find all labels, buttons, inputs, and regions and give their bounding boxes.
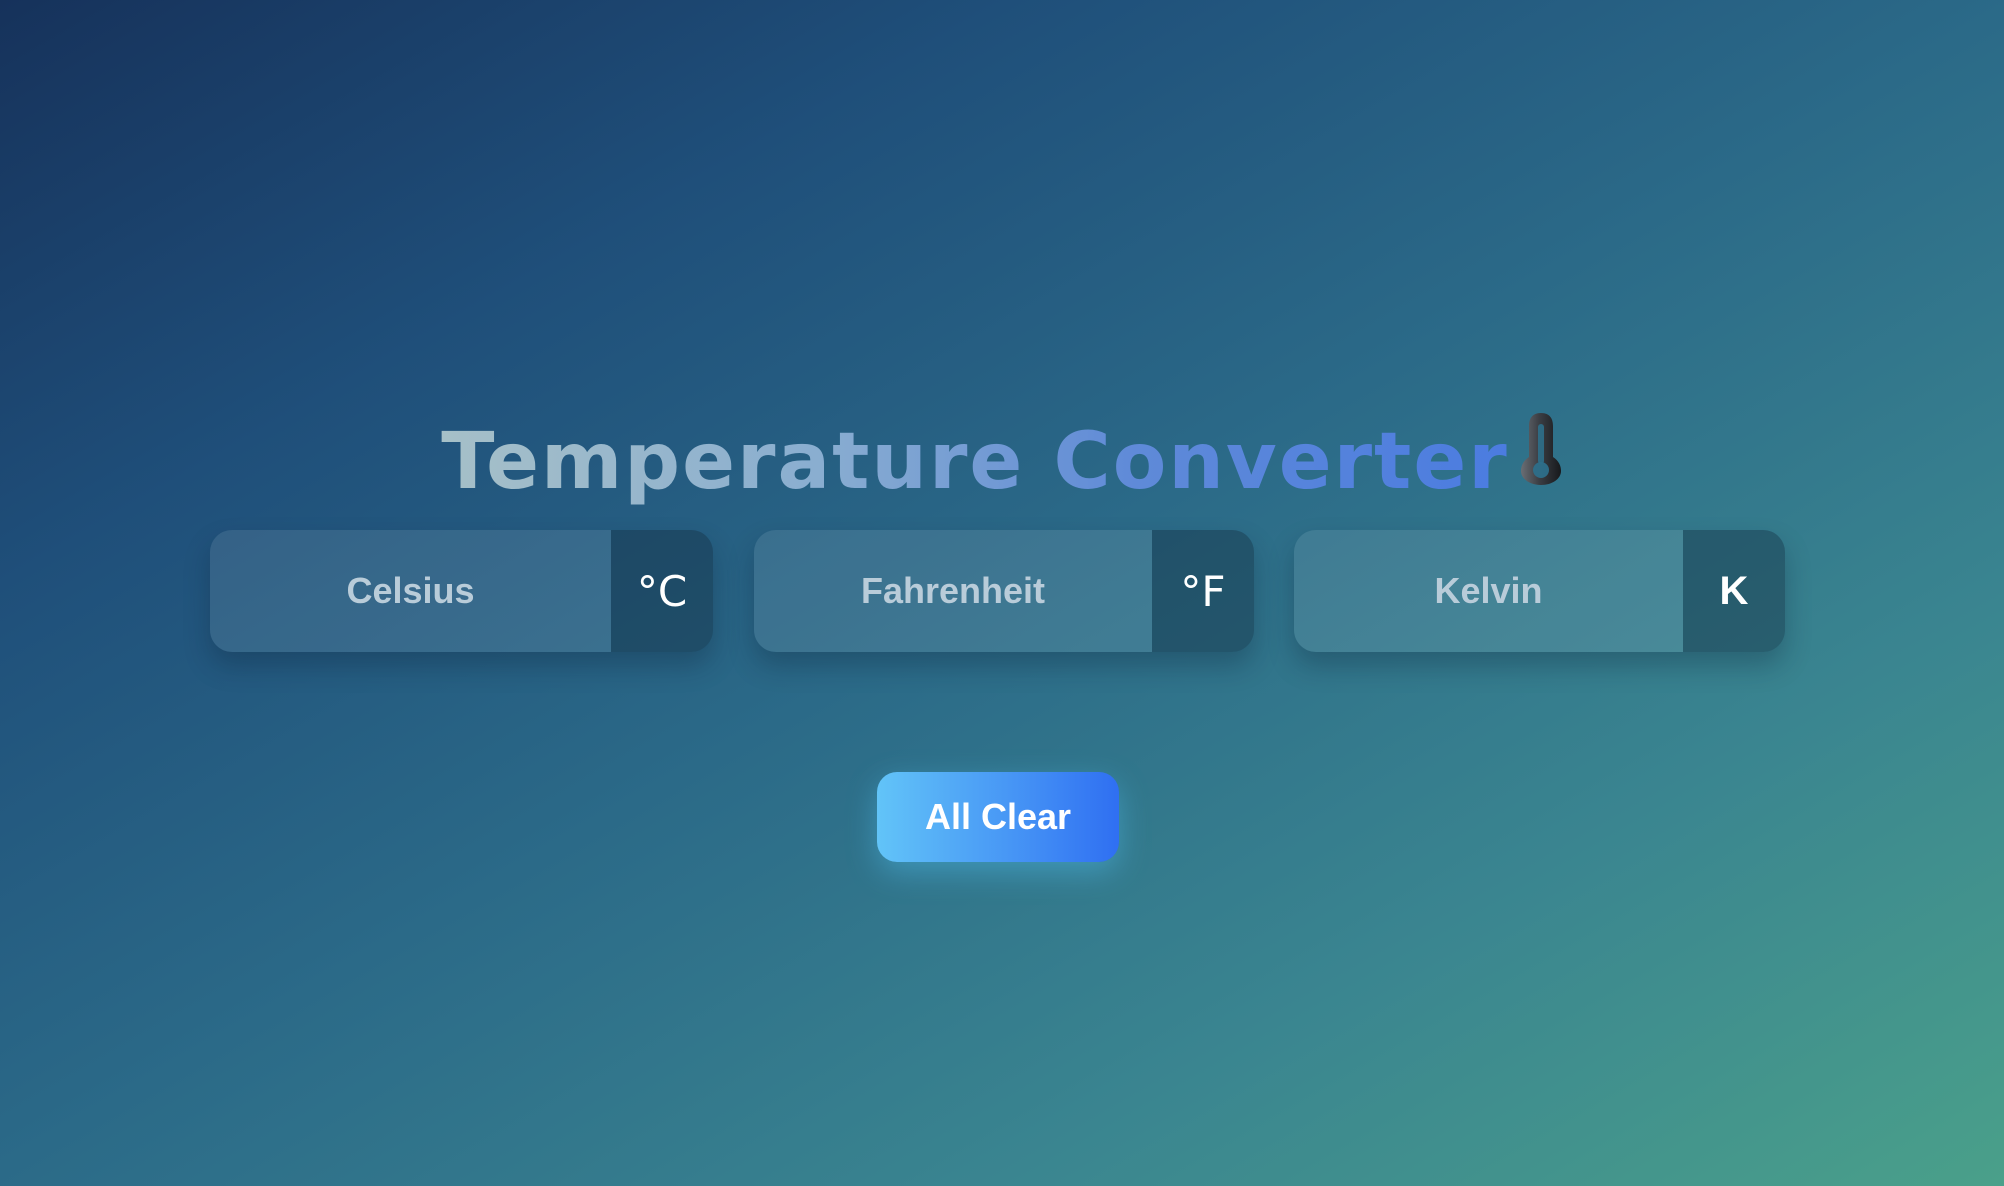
celsius-field[interactable]: Celsius °C xyxy=(210,530,713,652)
kelvin-field[interactable]: Kelvin K xyxy=(1294,530,1785,652)
page-title: Temperature Converter xyxy=(0,412,2004,512)
title-word-converter: Converter xyxy=(1053,417,1509,508)
converter-fields: Celsius °C Fahrenheit °F Kelvin K xyxy=(0,530,2004,652)
thermometer-icon xyxy=(1519,410,1563,510)
celsius-input[interactable]: Celsius xyxy=(210,530,611,652)
all-clear-button[interactable]: All Clear xyxy=(877,772,1119,862)
kelvin-input[interactable]: Kelvin xyxy=(1294,530,1683,652)
kelvin-unit: K xyxy=(1683,530,1785,652)
fahrenheit-input[interactable]: Fahrenheit xyxy=(754,530,1152,652)
celsius-unit: °C xyxy=(611,530,713,652)
title-word-temperature: Temperature xyxy=(441,417,1025,508)
fahrenheit-field[interactable]: Fahrenheit °F xyxy=(754,530,1254,652)
fahrenheit-unit: °F xyxy=(1152,530,1254,652)
page-title-text: Temperature Converter xyxy=(441,417,1508,507)
